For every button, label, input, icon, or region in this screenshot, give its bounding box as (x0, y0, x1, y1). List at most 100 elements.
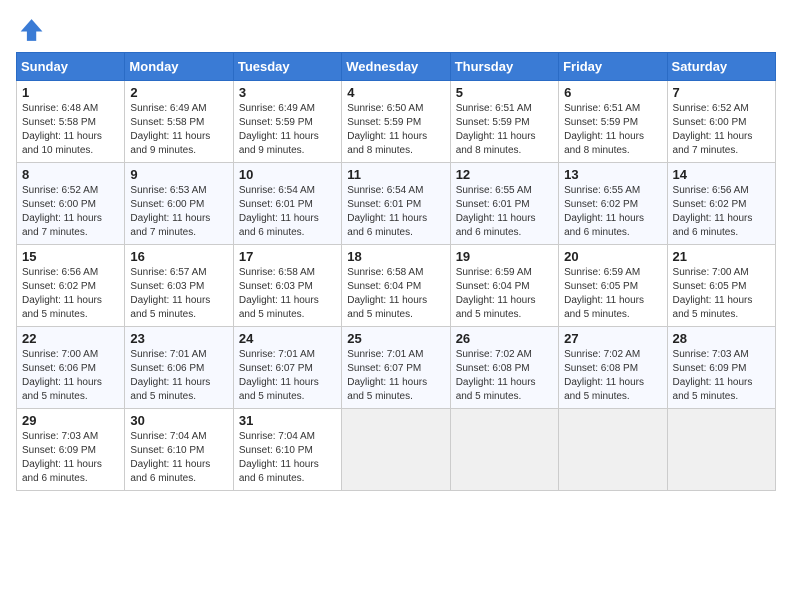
logo-icon (16, 16, 44, 44)
calendar-cell: 28 Sunrise: 7:03 AMSunset: 6:09 PMDaylig… (667, 327, 775, 409)
day-number: 21 (673, 249, 770, 264)
day-number: 3 (239, 85, 336, 100)
calendar-cell: 31 Sunrise: 7:04 AMSunset: 6:10 PMDaylig… (233, 409, 341, 491)
day-number: 17 (239, 249, 336, 264)
calendar-cell: 24 Sunrise: 7:01 AMSunset: 6:07 PMDaylig… (233, 327, 341, 409)
header-sunday: Sunday (17, 53, 125, 81)
day-number: 31 (239, 413, 336, 428)
calendar-cell: 7 Sunrise: 6:52 AMSunset: 6:00 PMDayligh… (667, 81, 775, 163)
calendar-cell: 5 Sunrise: 6:51 AMSunset: 5:59 PMDayligh… (450, 81, 558, 163)
day-info: Sunrise: 6:59 AMSunset: 6:05 PMDaylight:… (564, 266, 661, 322)
calendar-cell: 25 Sunrise: 7:01 AMSunset: 6:07 PMDaylig… (342, 327, 450, 409)
calendar-cell: 1 Sunrise: 6:48 AMSunset: 5:58 PMDayligh… (17, 81, 125, 163)
day-info: Sunrise: 6:50 AMSunset: 5:59 PMDaylight:… (347, 102, 444, 158)
calendar-cell: 2 Sunrise: 6:49 AMSunset: 5:58 PMDayligh… (125, 81, 233, 163)
day-number: 22 (22, 331, 119, 346)
day-info: Sunrise: 6:58 AMSunset: 6:04 PMDaylight:… (347, 266, 444, 322)
week-row-3: 15 Sunrise: 6:56 AMSunset: 6:02 PMDaylig… (17, 245, 776, 327)
day-number: 1 (22, 85, 119, 100)
calendar-cell: 21 Sunrise: 7:00 AMSunset: 6:05 PMDaylig… (667, 245, 775, 327)
week-row-4: 22 Sunrise: 7:00 AMSunset: 6:06 PMDaylig… (17, 327, 776, 409)
day-info: Sunrise: 7:00 AMSunset: 6:05 PMDaylight:… (673, 266, 770, 322)
header-wednesday: Wednesday (342, 53, 450, 81)
day-info: Sunrise: 7:01 AMSunset: 6:07 PMDaylight:… (347, 348, 444, 404)
day-info: Sunrise: 6:51 AMSunset: 5:59 PMDaylight:… (564, 102, 661, 158)
week-row-2: 8 Sunrise: 6:52 AMSunset: 6:00 PMDayligh… (17, 163, 776, 245)
day-info: Sunrise: 7:04 AMSunset: 6:10 PMDaylight:… (239, 430, 336, 486)
calendar-cell: 18 Sunrise: 6:58 AMSunset: 6:04 PMDaylig… (342, 245, 450, 327)
day-info: Sunrise: 6:58 AMSunset: 6:03 PMDaylight:… (239, 266, 336, 322)
day-info: Sunrise: 7:01 AMSunset: 6:07 PMDaylight:… (239, 348, 336, 404)
calendar-cell: 29 Sunrise: 7:03 AMSunset: 6:09 PMDaylig… (17, 409, 125, 491)
day-info: Sunrise: 6:56 AMSunset: 6:02 PMDaylight:… (673, 184, 770, 240)
day-number: 25 (347, 331, 444, 346)
day-info: Sunrise: 6:57 AMSunset: 6:03 PMDaylight:… (130, 266, 227, 322)
calendar-cell: 22 Sunrise: 7:00 AMSunset: 6:06 PMDaylig… (17, 327, 125, 409)
day-info: Sunrise: 6:49 AMSunset: 5:59 PMDaylight:… (239, 102, 336, 158)
day-info: Sunrise: 7:01 AMSunset: 6:06 PMDaylight:… (130, 348, 227, 404)
calendar-table: SundayMondayTuesdayWednesdayThursdayFrid… (16, 52, 776, 491)
calendar-cell (450, 409, 558, 491)
day-number: 30 (130, 413, 227, 428)
day-number: 23 (130, 331, 227, 346)
day-info: Sunrise: 6:48 AMSunset: 5:58 PMDaylight:… (22, 102, 119, 158)
day-number: 15 (22, 249, 119, 264)
day-number: 5 (456, 85, 553, 100)
calendar-cell: 19 Sunrise: 6:59 AMSunset: 6:04 PMDaylig… (450, 245, 558, 327)
day-info: Sunrise: 6:55 AMSunset: 6:01 PMDaylight:… (456, 184, 553, 240)
day-info: Sunrise: 6:56 AMSunset: 6:02 PMDaylight:… (22, 266, 119, 322)
day-number: 20 (564, 249, 661, 264)
header-monday: Monday (125, 53, 233, 81)
day-number: 13 (564, 167, 661, 182)
day-info: Sunrise: 6:54 AMSunset: 6:01 PMDaylight:… (347, 184, 444, 240)
calendar-cell: 15 Sunrise: 6:56 AMSunset: 6:02 PMDaylig… (17, 245, 125, 327)
calendar-cell: 23 Sunrise: 7:01 AMSunset: 6:06 PMDaylig… (125, 327, 233, 409)
day-number: 18 (347, 249, 444, 264)
calendar-cell: 11 Sunrise: 6:54 AMSunset: 6:01 PMDaylig… (342, 163, 450, 245)
header-friday: Friday (559, 53, 667, 81)
week-row-5: 29 Sunrise: 7:03 AMSunset: 6:09 PMDaylig… (17, 409, 776, 491)
day-number: 14 (673, 167, 770, 182)
calendar-cell: 12 Sunrise: 6:55 AMSunset: 6:01 PMDaylig… (450, 163, 558, 245)
calendar-cell: 20 Sunrise: 6:59 AMSunset: 6:05 PMDaylig… (559, 245, 667, 327)
calendar-cell: 4 Sunrise: 6:50 AMSunset: 5:59 PMDayligh… (342, 81, 450, 163)
day-info: Sunrise: 6:55 AMSunset: 6:02 PMDaylight:… (564, 184, 661, 240)
calendar-cell (667, 409, 775, 491)
day-info: Sunrise: 7:00 AMSunset: 6:06 PMDaylight:… (22, 348, 119, 404)
calendar-cell: 14 Sunrise: 6:56 AMSunset: 6:02 PMDaylig… (667, 163, 775, 245)
calendar-cell: 3 Sunrise: 6:49 AMSunset: 5:59 PMDayligh… (233, 81, 341, 163)
day-number: 29 (22, 413, 119, 428)
day-number: 10 (239, 167, 336, 182)
week-row-1: 1 Sunrise: 6:48 AMSunset: 5:58 PMDayligh… (17, 81, 776, 163)
day-number: 6 (564, 85, 661, 100)
day-number: 16 (130, 249, 227, 264)
day-number: 12 (456, 167, 553, 182)
day-info: Sunrise: 7:03 AMSunset: 6:09 PMDaylight:… (673, 348, 770, 404)
day-number: 2 (130, 85, 227, 100)
day-info: Sunrise: 7:02 AMSunset: 6:08 PMDaylight:… (456, 348, 553, 404)
calendar-cell: 16 Sunrise: 6:57 AMSunset: 6:03 PMDaylig… (125, 245, 233, 327)
calendar-cell: 6 Sunrise: 6:51 AMSunset: 5:59 PMDayligh… (559, 81, 667, 163)
day-number: 11 (347, 167, 444, 182)
day-number: 8 (22, 167, 119, 182)
calendar-cell: 8 Sunrise: 6:52 AMSunset: 6:00 PMDayligh… (17, 163, 125, 245)
logo (16, 16, 48, 44)
day-info: Sunrise: 6:49 AMSunset: 5:58 PMDaylight:… (130, 102, 227, 158)
day-info: Sunrise: 6:51 AMSunset: 5:59 PMDaylight:… (456, 102, 553, 158)
day-number: 28 (673, 331, 770, 346)
day-info: Sunrise: 6:54 AMSunset: 6:01 PMDaylight:… (239, 184, 336, 240)
calendar-cell: 17 Sunrise: 6:58 AMSunset: 6:03 PMDaylig… (233, 245, 341, 327)
header-saturday: Saturday (667, 53, 775, 81)
day-number: 7 (673, 85, 770, 100)
header-row: SundayMondayTuesdayWednesdayThursdayFrid… (17, 53, 776, 81)
calendar-cell: 9 Sunrise: 6:53 AMSunset: 6:00 PMDayligh… (125, 163, 233, 245)
day-number: 9 (130, 167, 227, 182)
day-info: Sunrise: 7:04 AMSunset: 6:10 PMDaylight:… (130, 430, 227, 486)
day-info: Sunrise: 7:03 AMSunset: 6:09 PMDaylight:… (22, 430, 119, 486)
day-info: Sunrise: 6:52 AMSunset: 6:00 PMDaylight:… (22, 184, 119, 240)
calendar-cell: 27 Sunrise: 7:02 AMSunset: 6:08 PMDaylig… (559, 327, 667, 409)
page-header (16, 16, 776, 44)
header-thursday: Thursday (450, 53, 558, 81)
header-tuesday: Tuesday (233, 53, 341, 81)
day-number: 19 (456, 249, 553, 264)
